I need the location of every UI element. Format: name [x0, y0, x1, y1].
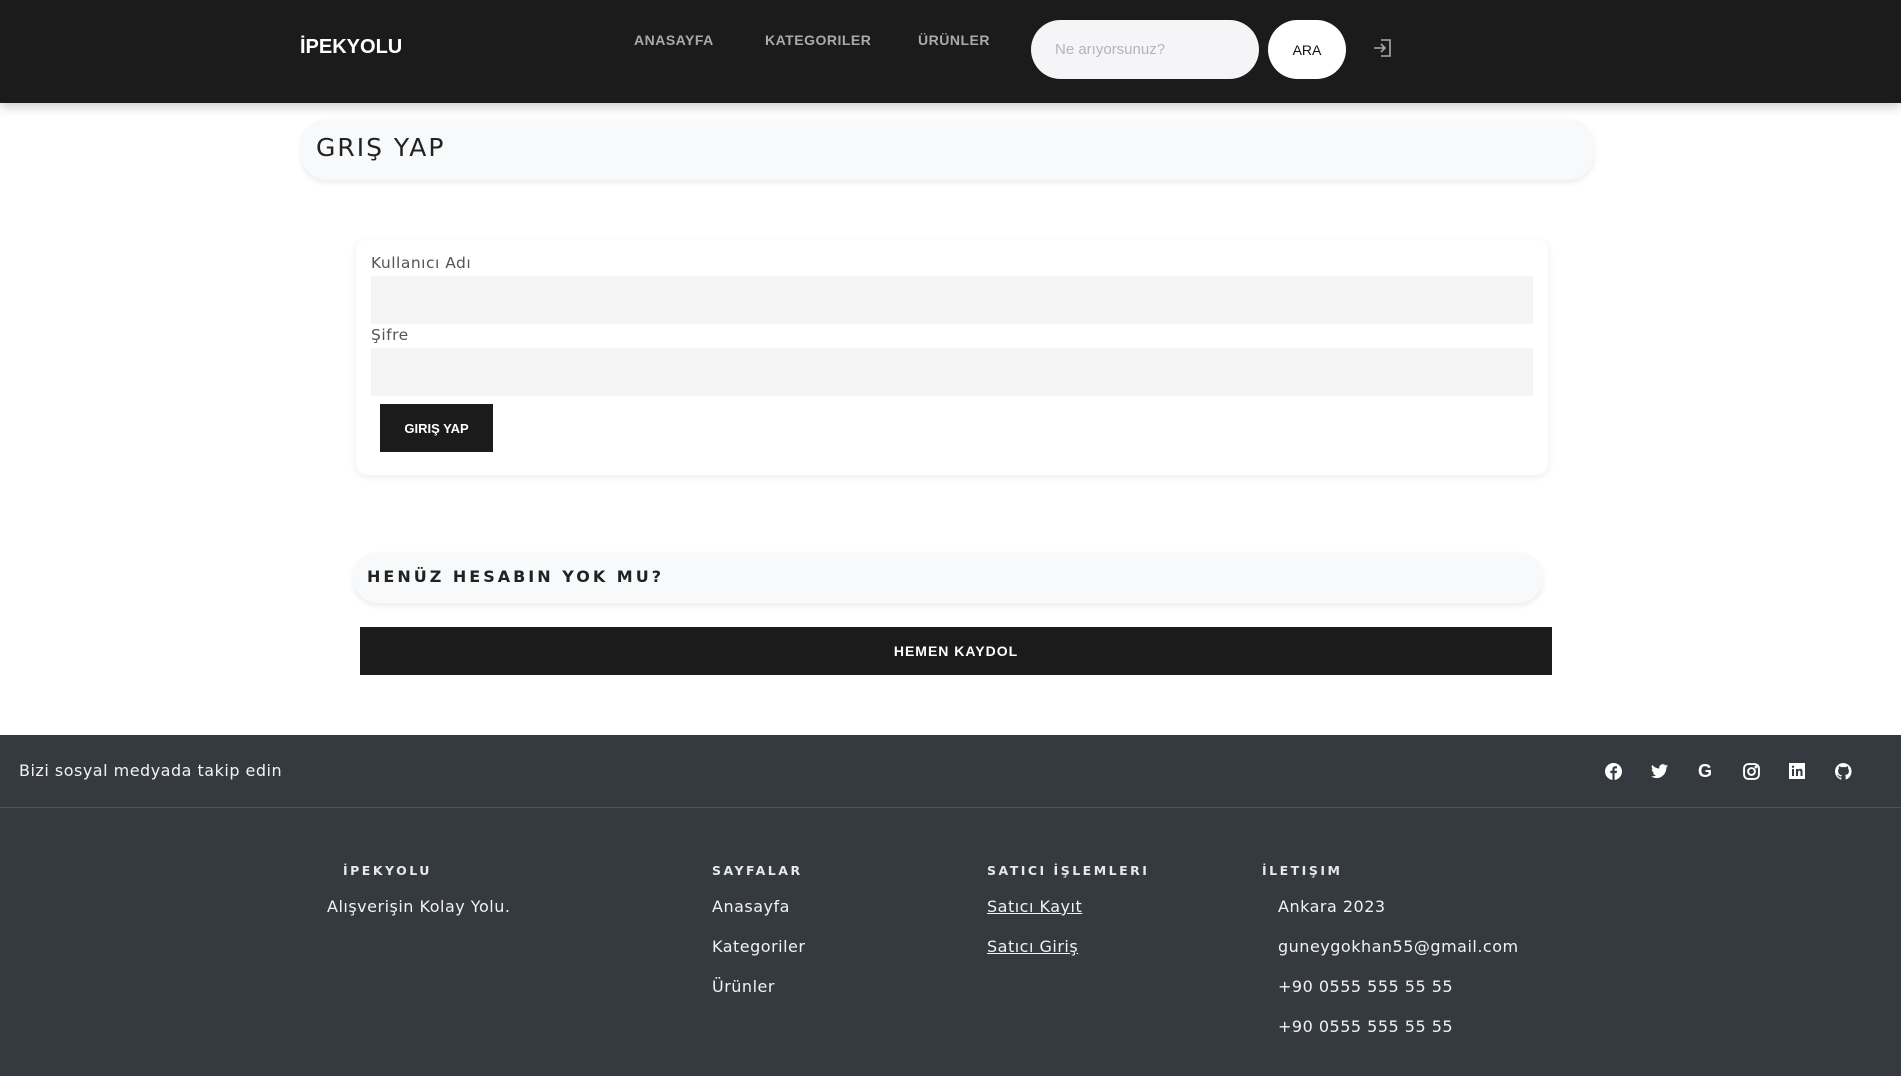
footer-pages-heading: SAYFALAR — [712, 863, 803, 878]
footer-link-home[interactable]: Anasayfa — [712, 897, 790, 916]
facebook-icon[interactable] — [1603, 761, 1623, 781]
footer-seller-heading: SATICI İŞLEMLERI — [987, 863, 1150, 878]
page-title: GRIŞ YAP — [316, 133, 446, 162]
footer-contact-heading: İLETIŞIM — [1262, 863, 1343, 878]
footer-brand-heading: İPEKYOLU — [343, 863, 432, 878]
page-title-card — [301, 119, 1594, 180]
footer-link-categories[interactable]: Kategoriler — [712, 937, 805, 956]
signup-prompt: HENÜZ HESABIN YOK MU? — [367, 567, 664, 586]
username-label: Kullanıcı Adı — [371, 254, 472, 272]
search-input[interactable] — [1031, 20, 1259, 79]
contact-address: Ankara 2023 — [1278, 897, 1386, 916]
search-button[interactable]: ARA — [1268, 20, 1346, 79]
footer-slogan: Alışverişin Kolay Yolu. — [327, 897, 511, 916]
brand-logo[interactable]: İPEKYOLU — [300, 36, 402, 59]
nav-link-products[interactable]: ÜRÜNLER — [918, 32, 990, 48]
contact-email: guneygokhan55@gmail.com — [1278, 937, 1519, 956]
contact-phone-2: +90 0555 555 55 55 — [1278, 1017, 1454, 1036]
social-text: Bizi sosyal medyada takip edin — [19, 761, 283, 780]
linkedin-icon[interactable] — [1787, 761, 1807, 781]
instagram-icon[interactable] — [1741, 761, 1761, 781]
navbar: İPEKYOLU ANASAYFA KATEGORILER ÜRÜNLER AR… — [0, 0, 1901, 103]
password-label: Şifre — [371, 326, 409, 344]
login-button[interactable]: GIRIŞ YAP — [380, 404, 493, 452]
nav-link-home[interactable]: ANASAYFA — [634, 32, 714, 48]
footer-link-products[interactable]: Ürünler — [712, 977, 775, 996]
footer: Bizi sosyal medyada takip edin G İPEKYOL… — [0, 735, 1901, 1076]
nav-link-categories[interactable]: KATEGORILER — [765, 32, 871, 48]
twitter-icon[interactable] — [1649, 761, 1669, 781]
github-icon[interactable] — [1833, 761, 1853, 781]
google-icon[interactable]: G — [1695, 761, 1715, 781]
password-input[interactable] — [371, 348, 1533, 396]
login-icon[interactable] — [1371, 36, 1395, 60]
footer-link-seller-login[interactable]: Satıcı Giriş — [987, 937, 1078, 956]
signup-button[interactable]: HEMEN KAYDOL — [360, 627, 1552, 675]
footer-link-seller-register[interactable]: Satıcı Kayıt — [987, 897, 1082, 916]
contact-phone: +90 0555 555 55 55 — [1278, 977, 1454, 996]
username-input[interactable] — [371, 276, 1533, 324]
